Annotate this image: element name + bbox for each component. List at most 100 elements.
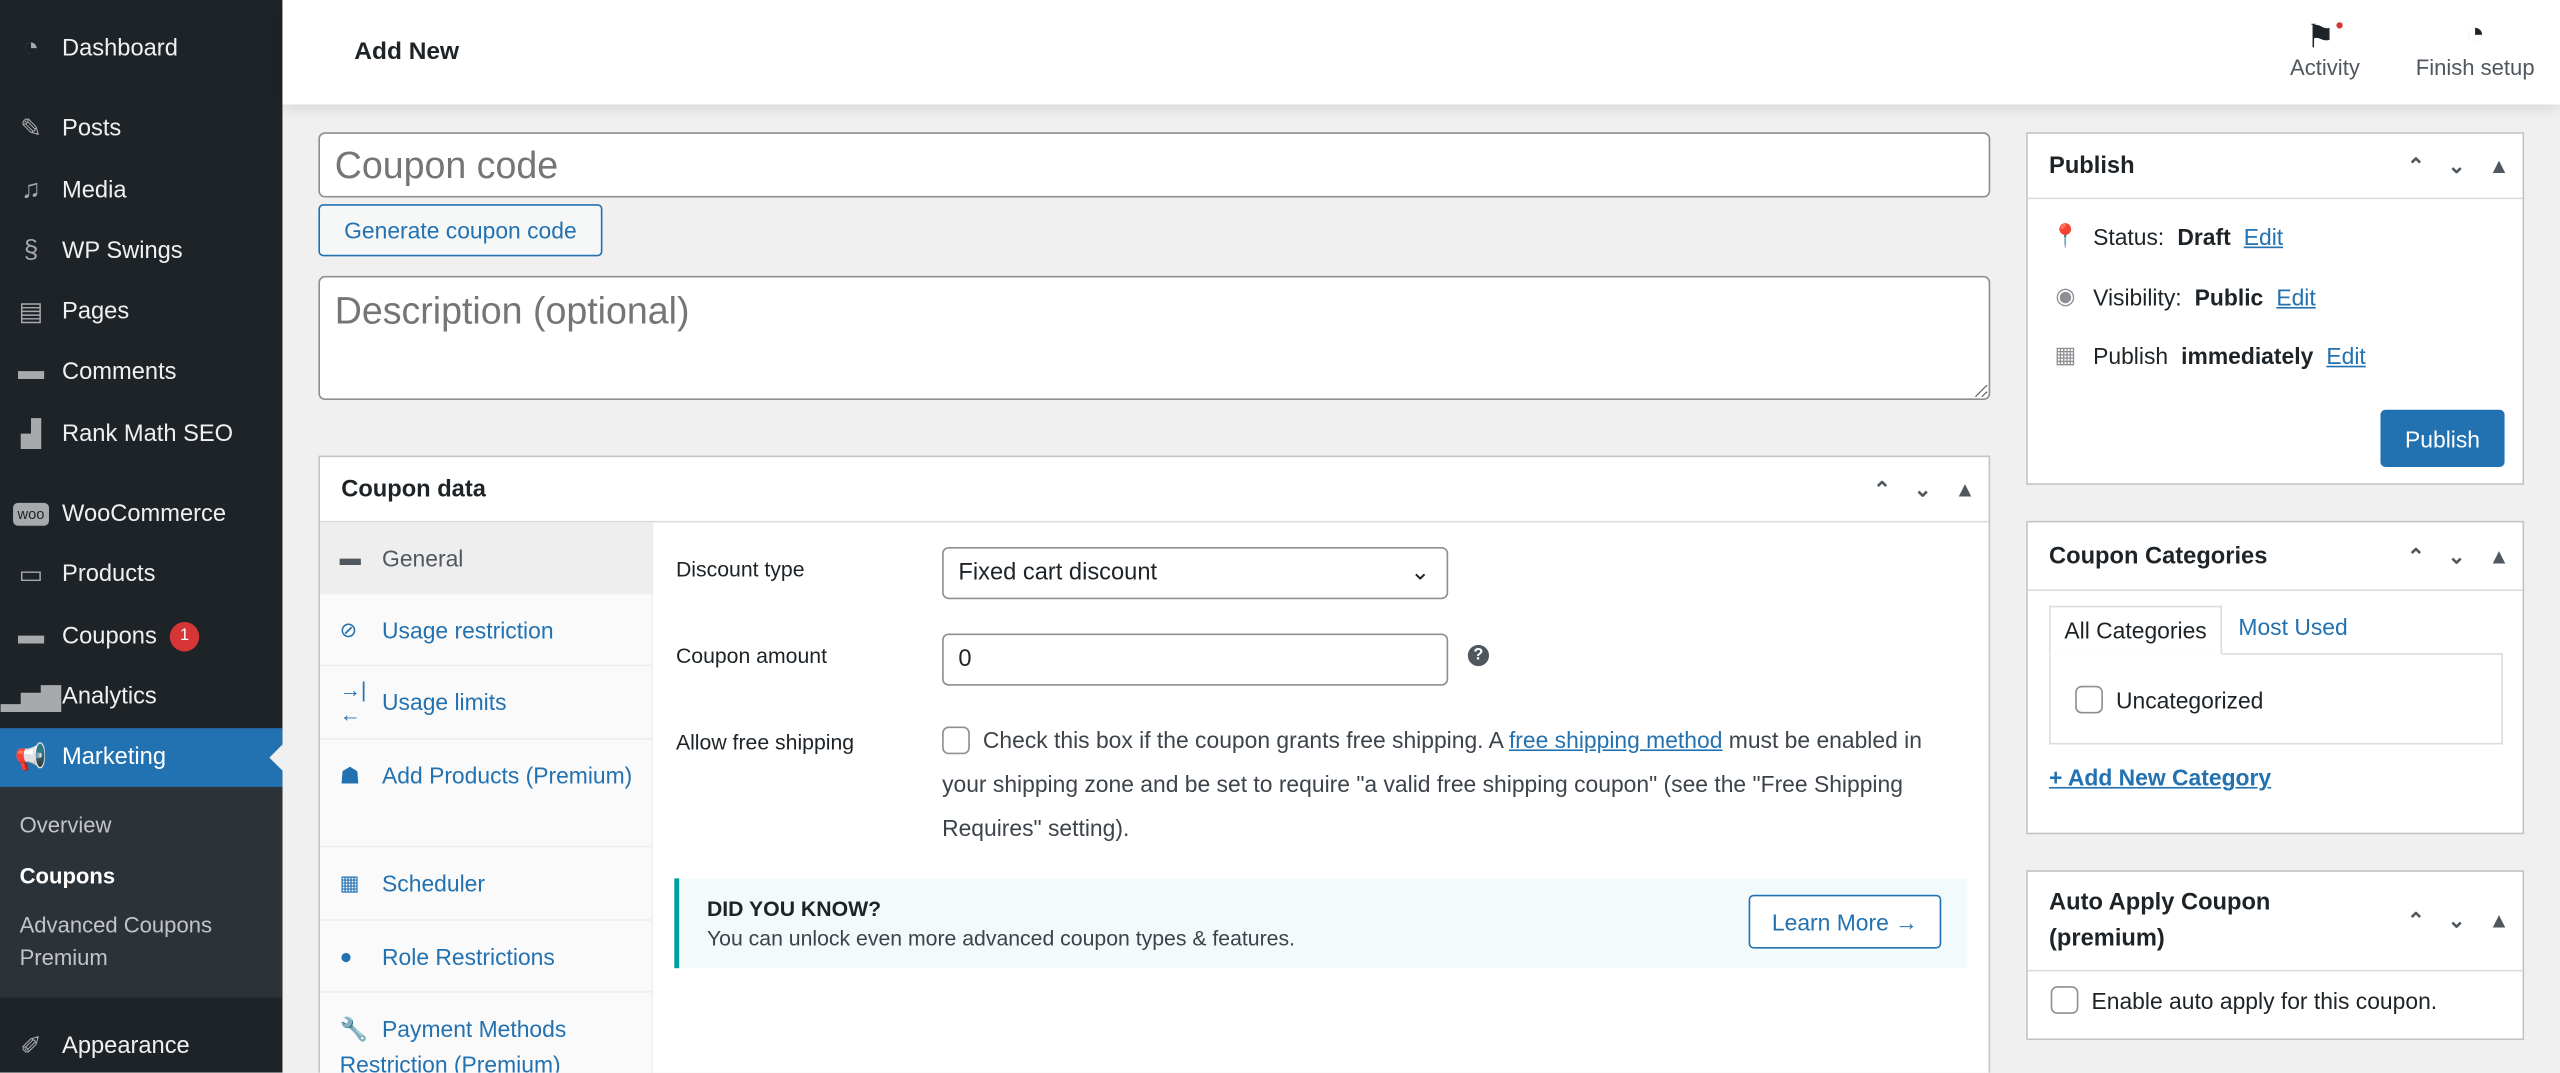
- auto-apply-option[interactable]: Enable auto apply for this coupon.: [2050, 986, 2437, 1014]
- sidebar-item-analytics[interactable]: ▂▅▇ Analytics: [0, 668, 282, 727]
- coupon-amount-label: Coupon amount: [675, 643, 827, 668]
- discount-type-label: Discount type: [675, 556, 805, 582]
- generate-coupon-code-button[interactable]: Generate coupon code: [318, 204, 603, 257]
- calendar-icon: ▦: [2054, 341, 2077, 368]
- sidebar-item-comments[interactable]: ▬ Comments: [0, 343, 282, 402]
- toggle-panel-icon[interactable]: ▲: [2488, 544, 2509, 568]
- auto-apply-title: Auto Apply Coupon (premium): [2049, 889, 2271, 952]
- category-item[interactable]: Uncategorized: [2075, 685, 2263, 714]
- chevron-down-icon: ⌄: [1410, 560, 1431, 587]
- publish-button[interactable]: Publish: [2380, 409, 2505, 467]
- sidebar-item-marketing[interactable]: 📢 Marketing: [0, 728, 283, 787]
- discount-type-select[interactable]: Fixed cart discount ⌄: [942, 546, 1449, 600]
- status-row: 📍 Status: Draft Edit: [2051, 222, 2284, 249]
- edit-status-link[interactable]: Edit: [2244, 223, 2283, 249]
- page-title: Add New: [354, 37, 460, 66]
- calendar-icon: ▦: [339, 870, 360, 895]
- add-new-category-link[interactable]: + Add New Category: [2049, 764, 2271, 790]
- rank-math-icon: ▟: [20, 421, 42, 449]
- toggle-panel-icon[interactable]: ▲: [2488, 903, 2509, 939]
- activity-button[interactable]: ⚑● Activity: [2284, 16, 2366, 80]
- pin-icon: 📍: [2051, 222, 2080, 249]
- sidebar-item-media[interactable]: ♫ Media: [0, 162, 282, 221]
- toggle-panel-icon[interactable]: ▲: [2488, 153, 2509, 177]
- sidebar-item-woocommerce[interactable]: woo WooCommerce: [0, 485, 282, 544]
- publish-title: Publish: [2049, 152, 2135, 179]
- category-list: Uncategorized: [2049, 653, 2503, 745]
- tab-most-used[interactable]: Most Used: [2238, 614, 2347, 640]
- publish-date-row: ▦ Publish immediately Edit: [2051, 341, 2366, 369]
- submenu-overview[interactable]: Overview: [20, 810, 265, 843]
- progress-circle-icon: ◔: [2465, 16, 2486, 53]
- coupon-amount-input[interactable]: 0: [942, 633, 1449, 686]
- tab-role-restrictions[interactable]: ● Role Restrictions: [320, 921, 654, 993]
- flag-icon: ⚑●: [2305, 16, 2345, 56]
- wrench-icon: 🔧: [339, 1015, 369, 1042]
- move-up-icon[interactable]: ⌃: [2407, 543, 2425, 569]
- tab-add-products[interactable]: ☗ Add Products (Premium): [320, 740, 654, 848]
- sidebar-item-wp-swings[interactable]: § WP Swings: [0, 222, 282, 281]
- edit-visibility-link[interactable]: Edit: [2276, 283, 2315, 309]
- ticket-icon: ▬: [339, 545, 361, 570]
- sidebar-item-rank-math[interactable]: ▟ Rank Math SEO: [0, 405, 282, 464]
- ticket-icon: ▬: [17, 622, 45, 650]
- pin-icon: ✎: [20, 115, 42, 144]
- eye-icon: ◉: [2055, 282, 2076, 309]
- tab-general[interactable]: ▬ General: [320, 522, 654, 595]
- move-up-icon[interactable]: ⌃: [2407, 153, 2425, 179]
- publish-box: Publish ⌃ ⌄ ▲ 📍 Status: Draft Edit ◉ Visibility…: [2026, 132, 2525, 485]
- tab-usage-restriction[interactable]: ⊘ Usage restriction: [320, 594, 654, 667]
- description-textarea[interactable]: [318, 275, 1991, 401]
- sidebar-item-appearance[interactable]: ✐ Appearance: [0, 1017, 282, 1073]
- archive-icon: ▭: [18, 561, 44, 590]
- help-icon[interactable]: ?: [1467, 644, 1490, 667]
- free-shipping-label: Allow free shipping: [675, 729, 855, 755]
- panel-title: Coupon data: [341, 475, 486, 503]
- auto-apply-checkbox[interactable]: [2050, 986, 2079, 1014]
- move-up-icon[interactable]: ⌃: [2407, 903, 2425, 939]
- woo-icon: woo: [0, 502, 62, 526]
- tab-all-categories[interactable]: All Categories: [2049, 605, 2223, 655]
- move-down-icon[interactable]: ⌄: [2448, 543, 2466, 569]
- category-checkbox[interactable]: [2075, 685, 2103, 714]
- user-icon: ●: [339, 943, 353, 969]
- move-down-icon[interactable]: ⌄: [1914, 476, 1932, 502]
- marketing-submenu: Overview Coupons Advanced Coupons Premiu…: [0, 786, 283, 998]
- sidebar-item-coupons[interactable]: ▬ Coupons 1: [0, 607, 282, 666]
- sidebar-item-dashboard[interactable]: ◔ Dashboard: [0, 20, 282, 79]
- did-you-know-notice: DID YOU KNOW? You can unlock even more a…: [674, 878, 1968, 969]
- free-shipping-description: Check this box if the coupon grants free…: [942, 726, 1922, 841]
- move-down-icon[interactable]: ⌄: [2448, 903, 2466, 939]
- learn-more-button[interactable]: Learn More →: [1748, 894, 1942, 949]
- move-down-icon[interactable]: ⌄: [2448, 153, 2466, 179]
- sidebar-item-products[interactable]: ▭ Products: [0, 545, 282, 604]
- visibility-row: ◉ Visibility: Public Edit: [2051, 282, 2315, 310]
- count-badge: 1: [169, 622, 200, 652]
- tab-usage-limits[interactable]: →|← Usage limits: [320, 666, 654, 740]
- submenu-advanced-coupons[interactable]: Advanced Coupons Premium: [20, 909, 265, 974]
- submenu-coupons[interactable]: Coupons: [20, 860, 265, 893]
- sidebar-item-pages[interactable]: ▤ Pages: [0, 282, 282, 341]
- tab-payment-methods[interactable]: 🔧 Payment Methods Restriction (Premium): [320, 993, 653, 1073]
- notice-text: You can unlock even more advanced coupon…: [706, 925, 1295, 951]
- move-up-icon[interactable]: ⌃: [1873, 476, 1891, 502]
- pages-icon: ▤: [18, 298, 44, 327]
- finish-setup-button[interactable]: ◔ Finish setup: [2402, 16, 2549, 80]
- wp-swings-icon: §: [23, 236, 39, 265]
- categories-title: Coupon Categories: [2049, 542, 2268, 569]
- coupon-data-tabs: ▬ General ⊘ Usage restriction →|← Usage lim…: [320, 522, 654, 1073]
- edit-date-link[interactable]: Edit: [2326, 342, 2365, 368]
- free-shipping-method-link[interactable]: free shipping method: [1509, 727, 1723, 753]
- toggle-panel-icon[interactable]: ▲: [1955, 477, 1976, 501]
- tab-scheduler[interactable]: ▦ Scheduler: [320, 847, 654, 921]
- top-header: Add New ⚑● Activity ◔ Finish setup: [282, 0, 2560, 105]
- coupon-code-input[interactable]: [318, 132, 1991, 198]
- brush-icon: ✐: [20, 1033, 42, 1062]
- limits-icon: →|←: [339, 677, 367, 727]
- sidebar-item-posts[interactable]: ✎ Posts: [0, 100, 282, 159]
- comment-icon: ▬: [17, 357, 45, 386]
- bar-chart-icon: ▂▅▇: [0, 684, 62, 712]
- auto-apply-box: Auto Apply Coupon (premium) ⌃ ⌄ ▲ Enable au…: [2026, 870, 2525, 1041]
- coupon-categories-box: Coupon Categories ⌃ ⌄ ▲ All Categories Most…: [2026, 520, 2525, 835]
- media-icon: ♫: [21, 176, 41, 205]
